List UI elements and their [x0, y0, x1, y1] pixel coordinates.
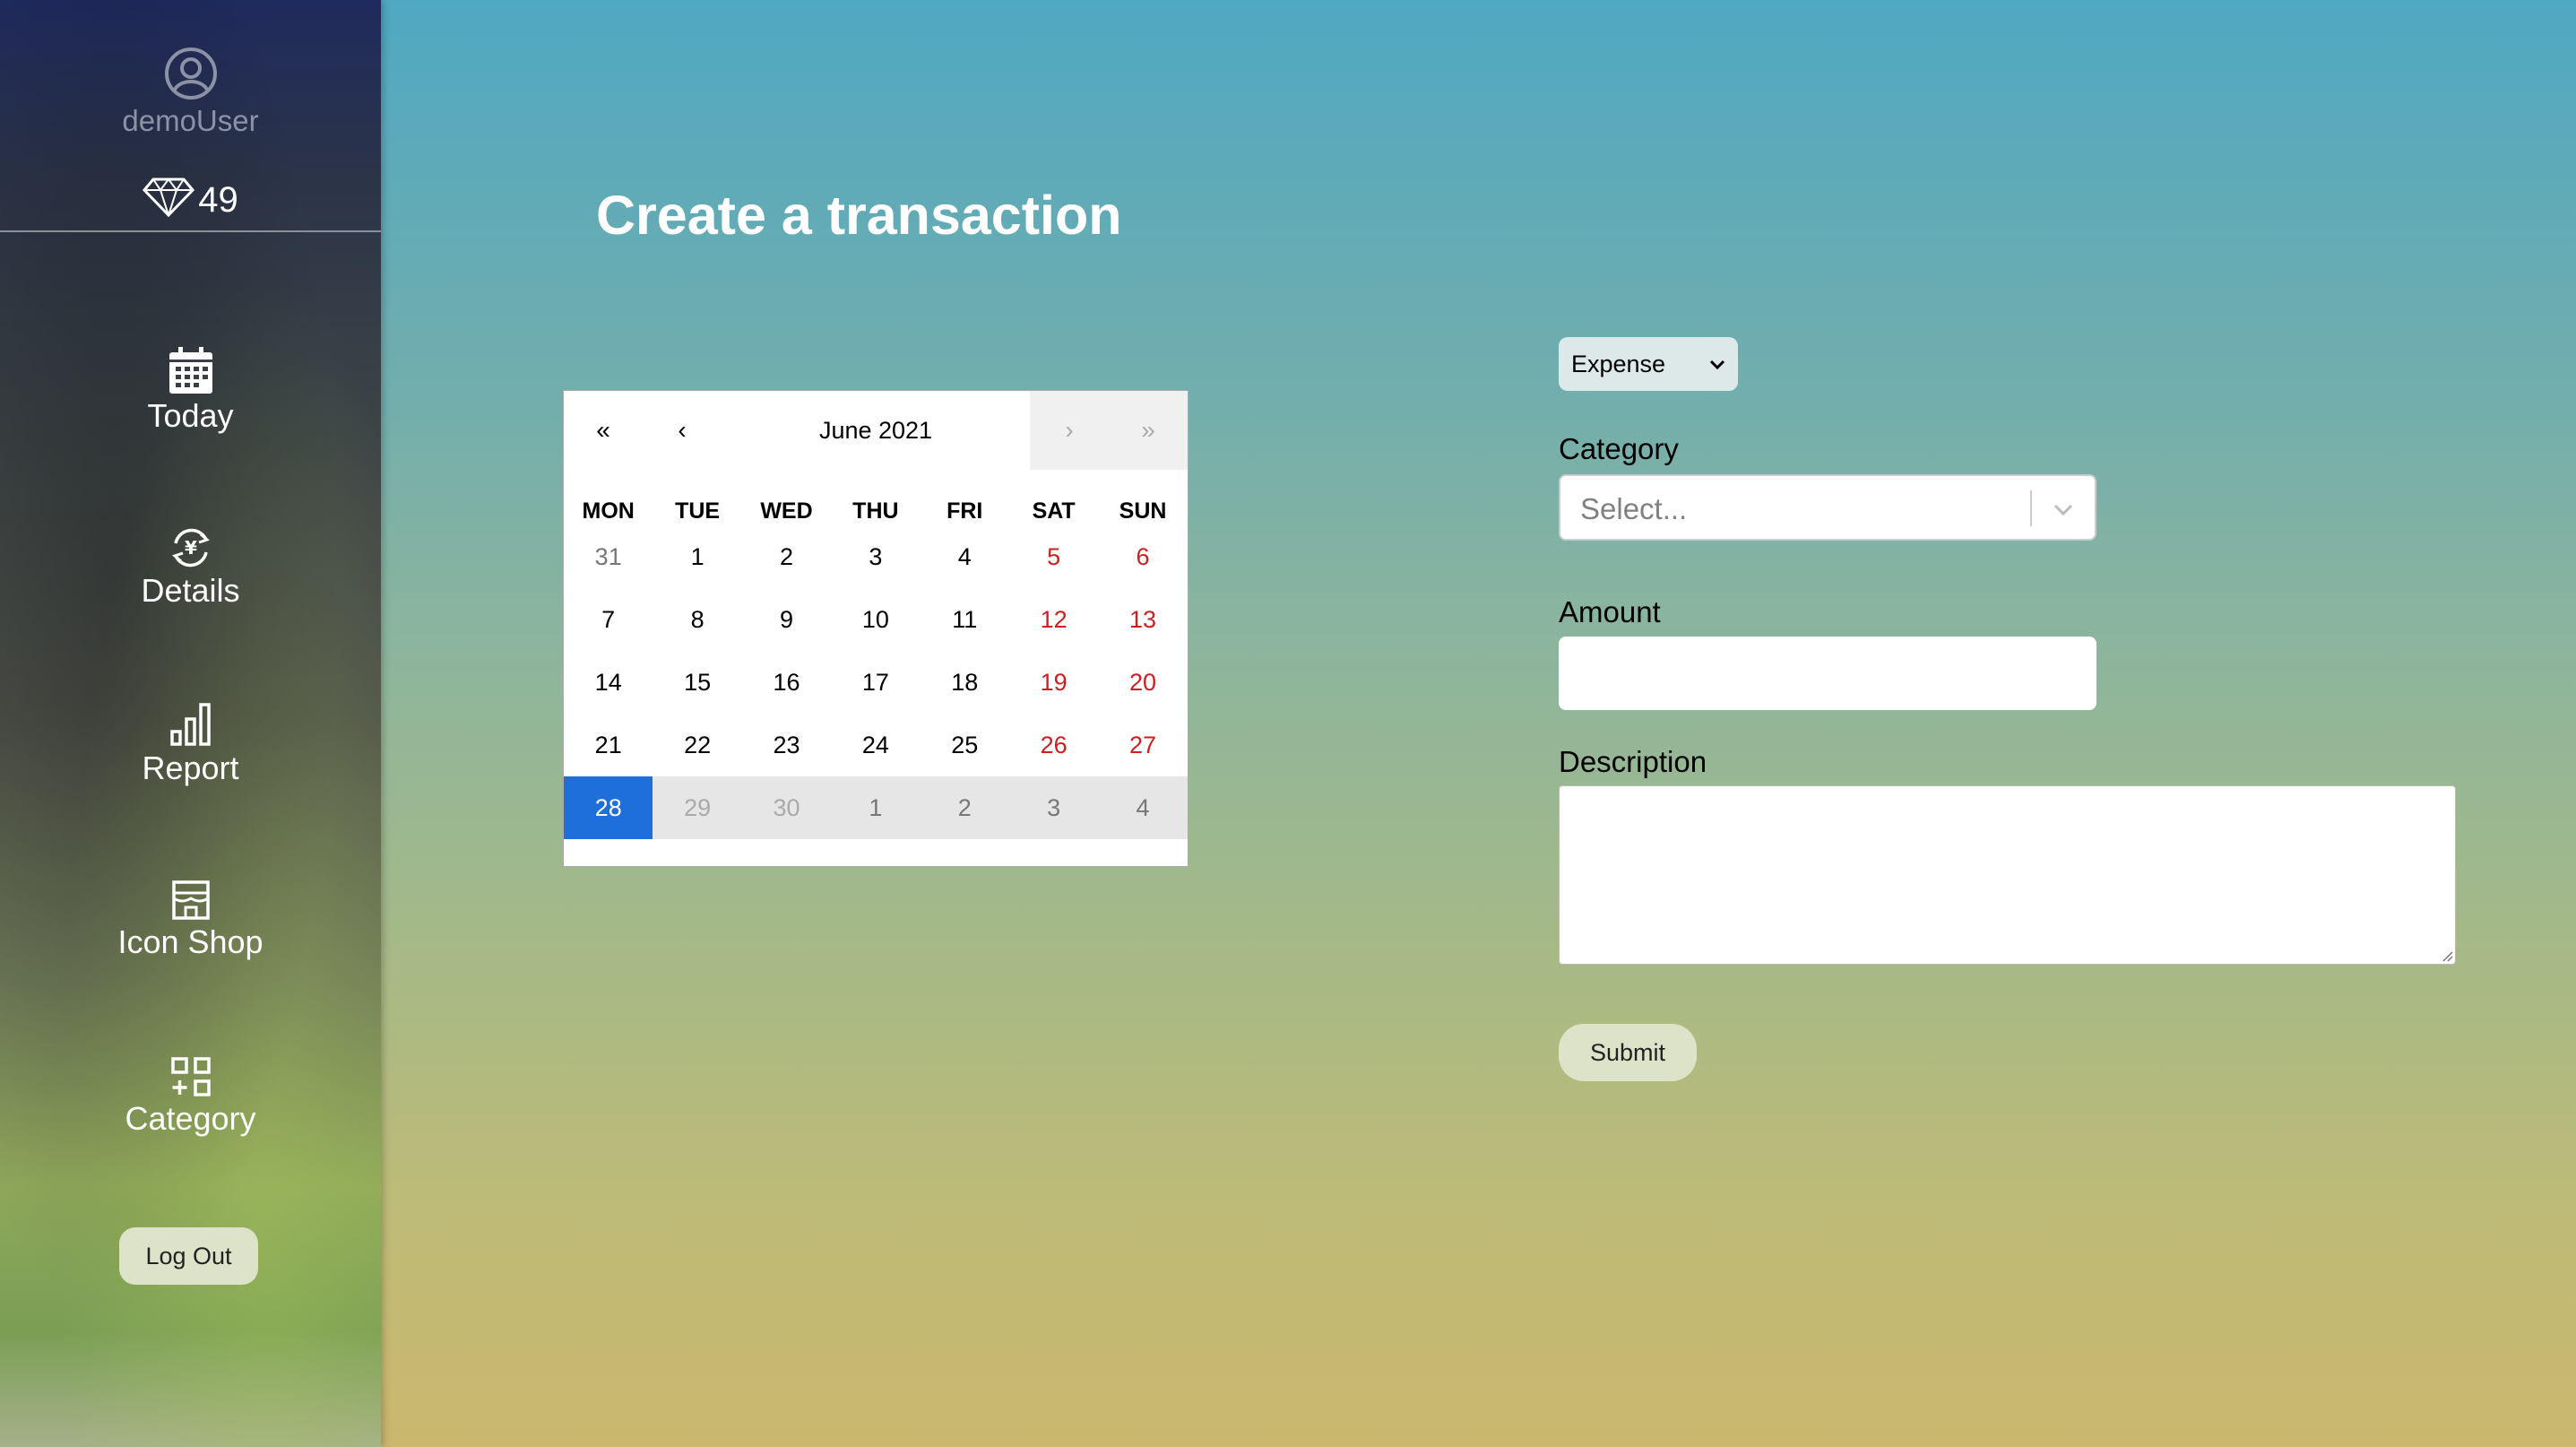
- calendar-day[interactable]: 18: [921, 651, 1009, 714]
- weekday-label: SUN: [1119, 498, 1167, 524]
- calendar-next-month-button[interactable]: ›: [1030, 391, 1109, 470]
- calendar-day[interactable]: 10: [831, 588, 920, 651]
- bar-chart-icon: [169, 703, 211, 746]
- calendar-day-disabled: 3: [1008, 776, 1099, 839]
- category-placeholder: Select...: [1580, 492, 1688, 525]
- sidebar-item-label: Report: [142, 749, 239, 786]
- weekday-label: TUE: [675, 498, 721, 524]
- calendar-day[interactable]: 15: [653, 651, 741, 714]
- calendar-prev-year-button[interactable]: «: [564, 391, 643, 470]
- yen-exchange-icon: ¥: [171, 528, 210, 568]
- calendar-day-disabled: 29: [653, 776, 742, 839]
- calendar-prev-month-button[interactable]: ‹: [643, 391, 722, 470]
- diamond-icon: [143, 178, 195, 219]
- description-label: Description: [1559, 745, 1707, 778]
- user-circle-icon: [164, 48, 217, 100]
- logout-button[interactable]: Log Out: [119, 1227, 258, 1285]
- calendar-day[interactable]: 31: [564, 525, 653, 588]
- calendar-week-row: 28 29 30 1 2 3 4: [564, 776, 1188, 839]
- amount-label: Amount: [1559, 595, 1661, 628]
- calendar-day[interactable]: 19: [1009, 651, 1098, 714]
- calendar-week-row: 7 8 9 10 11 12 13: [564, 588, 1188, 651]
- calendar-grid: MON TUE WED THU FRI SAT SUN 31 1 2 3 4 5…: [564, 498, 1188, 839]
- calendar-day[interactable]: 14: [564, 651, 653, 714]
- select-separator: [2030, 490, 2032, 526]
- weekday-label: THU: [852, 498, 899, 524]
- calendar-day[interactable]: 12: [1009, 588, 1098, 651]
- calendar-day[interactable]: 7: [564, 588, 653, 651]
- calendar-day-disabled: 30: [741, 776, 832, 839]
- calendar-day[interactable]: 1: [653, 525, 741, 588]
- weekday-label: SAT: [1032, 498, 1076, 524]
- calendar-day[interactable]: 2: [742, 525, 831, 588]
- weekday-header-row: MON TUE WED THU FRI SAT SUN: [564, 498, 1188, 525]
- calendar-icon: [169, 347, 212, 394]
- sidebar-item-details[interactable]: ¥ Details: [0, 525, 381, 610]
- submit-button[interactable]: Submit: [1559, 1024, 1697, 1081]
- calendar-next-year-button[interactable]: »: [1109, 391, 1188, 470]
- calendar-day-disabled: 1: [831, 776, 921, 839]
- gem-balance: 49: [0, 178, 381, 221]
- sidebar: demoUser 49 Today ¥ Details Report Icon …: [0, 0, 381, 1447]
- calendar-day-disabled: 4: [1098, 776, 1188, 839]
- user-profile[interactable]: demoUser: [0, 45, 381, 138]
- chevron-down-icon: [1709, 352, 1725, 376]
- username: demoUser: [122, 104, 259, 137]
- description-textarea[interactable]: [1559, 785, 2456, 965]
- calendar-day[interactable]: 24: [831, 714, 920, 776]
- weekday-label: WED: [760, 498, 813, 524]
- calendar-day[interactable]: 22: [653, 714, 741, 776]
- gem-count: 49: [198, 180, 238, 220]
- weekday-label: MON: [582, 498, 635, 524]
- chevron-down-icon[interactable]: [2052, 498, 2075, 521]
- calendar-day-selected[interactable]: 28: [564, 776, 653, 839]
- calendar-day-disabled: 2: [920, 776, 1009, 839]
- sidebar-item-label: Today: [147, 397, 234, 434]
- calendar-day[interactable]: 13: [1098, 588, 1187, 651]
- sidebar-item-label: Category: [125, 1100, 256, 1137]
- transaction-type-value: Expense: [1571, 350, 1666, 377]
- calendar-day[interactable]: 8: [653, 588, 741, 651]
- calendar-day[interactable]: 23: [742, 714, 831, 776]
- calendar-day[interactable]: 21: [564, 714, 653, 776]
- resize-handle-icon[interactable]: [2439, 948, 2453, 962]
- calendar-day[interactable]: 3: [831, 525, 920, 588]
- calendar-day[interactable]: 11: [921, 588, 1009, 651]
- sidebar-item-icon-shop[interactable]: Icon Shop: [0, 879, 381, 961]
- amount-input[interactable]: [1559, 637, 2096, 710]
- calendar-day[interactable]: 27: [1098, 714, 1187, 776]
- calendar-day[interactable]: 16: [742, 651, 831, 714]
- category-label: Category: [1559, 432, 1679, 465]
- svg-text:¥: ¥: [185, 537, 197, 559]
- calendar-month-label[interactable]: June 2021: [722, 391, 1030, 470]
- calendar-week-row: 14 15 16 17 18 19 20: [564, 651, 1188, 714]
- category-grid-icon: [170, 1057, 211, 1096]
- sidebar-divider: [0, 230, 381, 232]
- page-title: Create a transaction: [596, 185, 1122, 246]
- main-background: [0, 0, 2576, 1447]
- sidebar-item-report[interactable]: Report: [0, 701, 381, 787]
- sidebar-item-category[interactable]: Category: [0, 1055, 381, 1138]
- calendar-day[interactable]: 4: [921, 525, 1009, 588]
- calendar-day[interactable]: 20: [1098, 651, 1187, 714]
- transaction-type-select[interactable]: Expense: [1559, 337, 1738, 391]
- weekday-label: FRI: [947, 498, 983, 524]
- sidebar-item-today[interactable]: Today: [0, 345, 381, 435]
- calendar-day[interactable]: 25: [921, 714, 1009, 776]
- shop-icon: [171, 880, 210, 920]
- sidebar-item-label: Icon Shop: [117, 923, 264, 960]
- calendar-day[interactable]: 6: [1098, 525, 1187, 588]
- calendar-week-row: 21 22 23 24 25 26 27: [564, 714, 1188, 776]
- calendar-day[interactable]: 9: [742, 588, 831, 651]
- sidebar-item-label: Details: [141, 572, 240, 609]
- calendar-day[interactable]: 5: [1009, 525, 1098, 588]
- calendar-week-row: 31 1 2 3 4 5 6: [564, 525, 1188, 588]
- category-select[interactable]: Select...: [1559, 474, 2096, 541]
- calendar: « ‹ June 2021 › » MON TUE WED THU FRI SA…: [563, 390, 1189, 867]
- calendar-day[interactable]: 26: [1009, 714, 1098, 776]
- calendar-navigation: « ‹ June 2021 › »: [564, 391, 1188, 470]
- calendar-day[interactable]: 17: [831, 651, 920, 714]
